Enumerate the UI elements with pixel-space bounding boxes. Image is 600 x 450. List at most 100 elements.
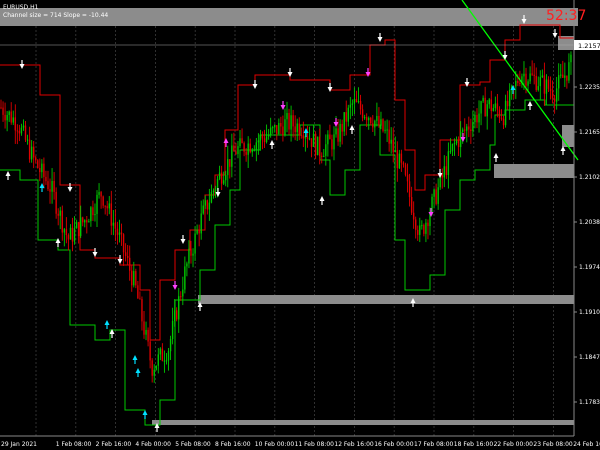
candle-body: [30, 146, 33, 160]
candle-body: [67, 235, 70, 240]
candle-body: [49, 189, 51, 192]
candle-body: [8, 111, 10, 115]
buy-arrow-icon: [132, 355, 138, 364]
candle-body: [196, 229, 198, 234]
candle-body: [86, 220, 88, 223]
candle-body: [327, 134, 329, 145]
sell-arrow-icon: [252, 80, 258, 89]
candle-body: [551, 90, 554, 99]
candle-body: [265, 136, 268, 143]
candle-body: [351, 103, 354, 105]
candle-body: [216, 178, 219, 190]
candle-body: [178, 296, 180, 320]
candle-body: [69, 227, 72, 240]
candle-body: [173, 310, 176, 321]
price-axis[interactable]: 1.2235 1.2165 1.2102 1.2038 1.1974 1.1910 1.18…: [574, 84, 600, 406]
candle-body: [122, 234, 125, 253]
candle-body: [24, 125, 27, 140]
candle-body: [253, 149, 256, 151]
candle-body: [323, 155, 325, 157]
sell-arrow-icon: [19, 60, 25, 69]
candle-body: [459, 131, 462, 148]
candle-body: [288, 113, 290, 130]
candle-body: [425, 222, 427, 234]
chart-window[interactable]: 1.2235 1.2165 1.2102 1.2038 1.1974 1.1910 1.18…: [0, 0, 600, 450]
candle-body: [210, 192, 213, 203]
candle-body: [214, 189, 217, 191]
candle-body: [533, 74, 535, 76]
candle-body: [71, 227, 74, 242]
candle-body: [227, 159, 229, 176]
candle-body: [370, 117, 372, 124]
candle-body: [433, 189, 435, 197]
time-label: 2 Feb 16:00: [96, 441, 132, 448]
candle-body: [461, 129, 464, 132]
candle-body: [306, 135, 309, 139]
candle-body: [131, 270, 133, 286]
price-label: 1.1783: [579, 399, 600, 406]
support-zone-mid: [198, 295, 574, 304]
time-label: 12 Feb 16:00: [334, 441, 374, 448]
candle-body: [145, 329, 147, 335]
candle-body: [153, 369, 155, 376]
candle-body: [79, 217, 82, 237]
candle-body: [480, 101, 482, 114]
candle-body: [4, 114, 6, 121]
candle-body: [261, 134, 264, 139]
candle-body: [445, 166, 448, 176]
sell-arrow-icon: [327, 83, 333, 92]
candle-body: [35, 157, 37, 161]
candle-body: [400, 153, 403, 163]
candle-body: [535, 75, 537, 90]
candle-body: [558, 75, 560, 89]
price-label: 1.1847: [579, 354, 600, 361]
candle-body: [343, 112, 345, 132]
candle-body: [390, 139, 392, 144]
candle-body: [12, 117, 14, 123]
candle-body: [412, 212, 415, 220]
candle-body: [453, 143, 456, 145]
candle-body: [94, 214, 96, 216]
candle-body: [141, 299, 143, 322]
candle-body: [222, 180, 225, 184]
candle-body: [116, 228, 119, 235]
time-label: 24 Feb 16:00: [573, 441, 600, 448]
time-axis[interactable]: 29 Jan 2021 1 Feb 08:00 2 Feb 16:00 4 Feb 0…: [1, 441, 600, 448]
candle-body: [368, 117, 370, 121]
candle-body: [547, 79, 550, 89]
candle-body: [415, 219, 417, 230]
candle-body: [484, 97, 486, 117]
candle-body: [120, 232, 123, 235]
candle-body: [553, 98, 556, 102]
candle-body: [186, 263, 188, 267]
candle-body: [423, 225, 425, 234]
candle-body: [155, 365, 157, 370]
candle-body: [515, 80, 517, 87]
candle-body: [392, 139, 394, 153]
candle-body: [165, 360, 168, 362]
candle-body: [212, 190, 215, 193]
time-label: 29 Jan 2021: [1, 441, 37, 448]
upper-channel-line: [0, 24, 574, 341]
candle-body: [237, 146, 239, 155]
candle-body: [159, 348, 162, 355]
candle-body: [562, 74, 564, 78]
candle-body: [241, 138, 243, 144]
candle-body: [447, 151, 450, 176]
price-chart[interactable]: 1.2235 1.2165 1.2102 1.2038 1.1974 1.1910 1.18…: [0, 0, 600, 450]
candle-body: [251, 150, 253, 153]
candle-body: [255, 142, 258, 150]
buy-arrow-icon: [55, 238, 61, 247]
candle-body: [361, 109, 364, 118]
candle-body: [310, 138, 313, 147]
candle-body: [208, 202, 211, 210]
candle-body: [331, 139, 333, 150]
sell-arrow-icon: [215, 188, 221, 197]
candle-body: [39, 167, 41, 173]
candle-body: [0, 107, 2, 109]
candle-body: [335, 128, 337, 135]
lower-channel-line: [0, 99, 574, 426]
candle-body: [124, 252, 127, 256]
time-label: 1 Feb 08:00: [56, 441, 92, 448]
sell-arrow-icon: [428, 208, 434, 217]
